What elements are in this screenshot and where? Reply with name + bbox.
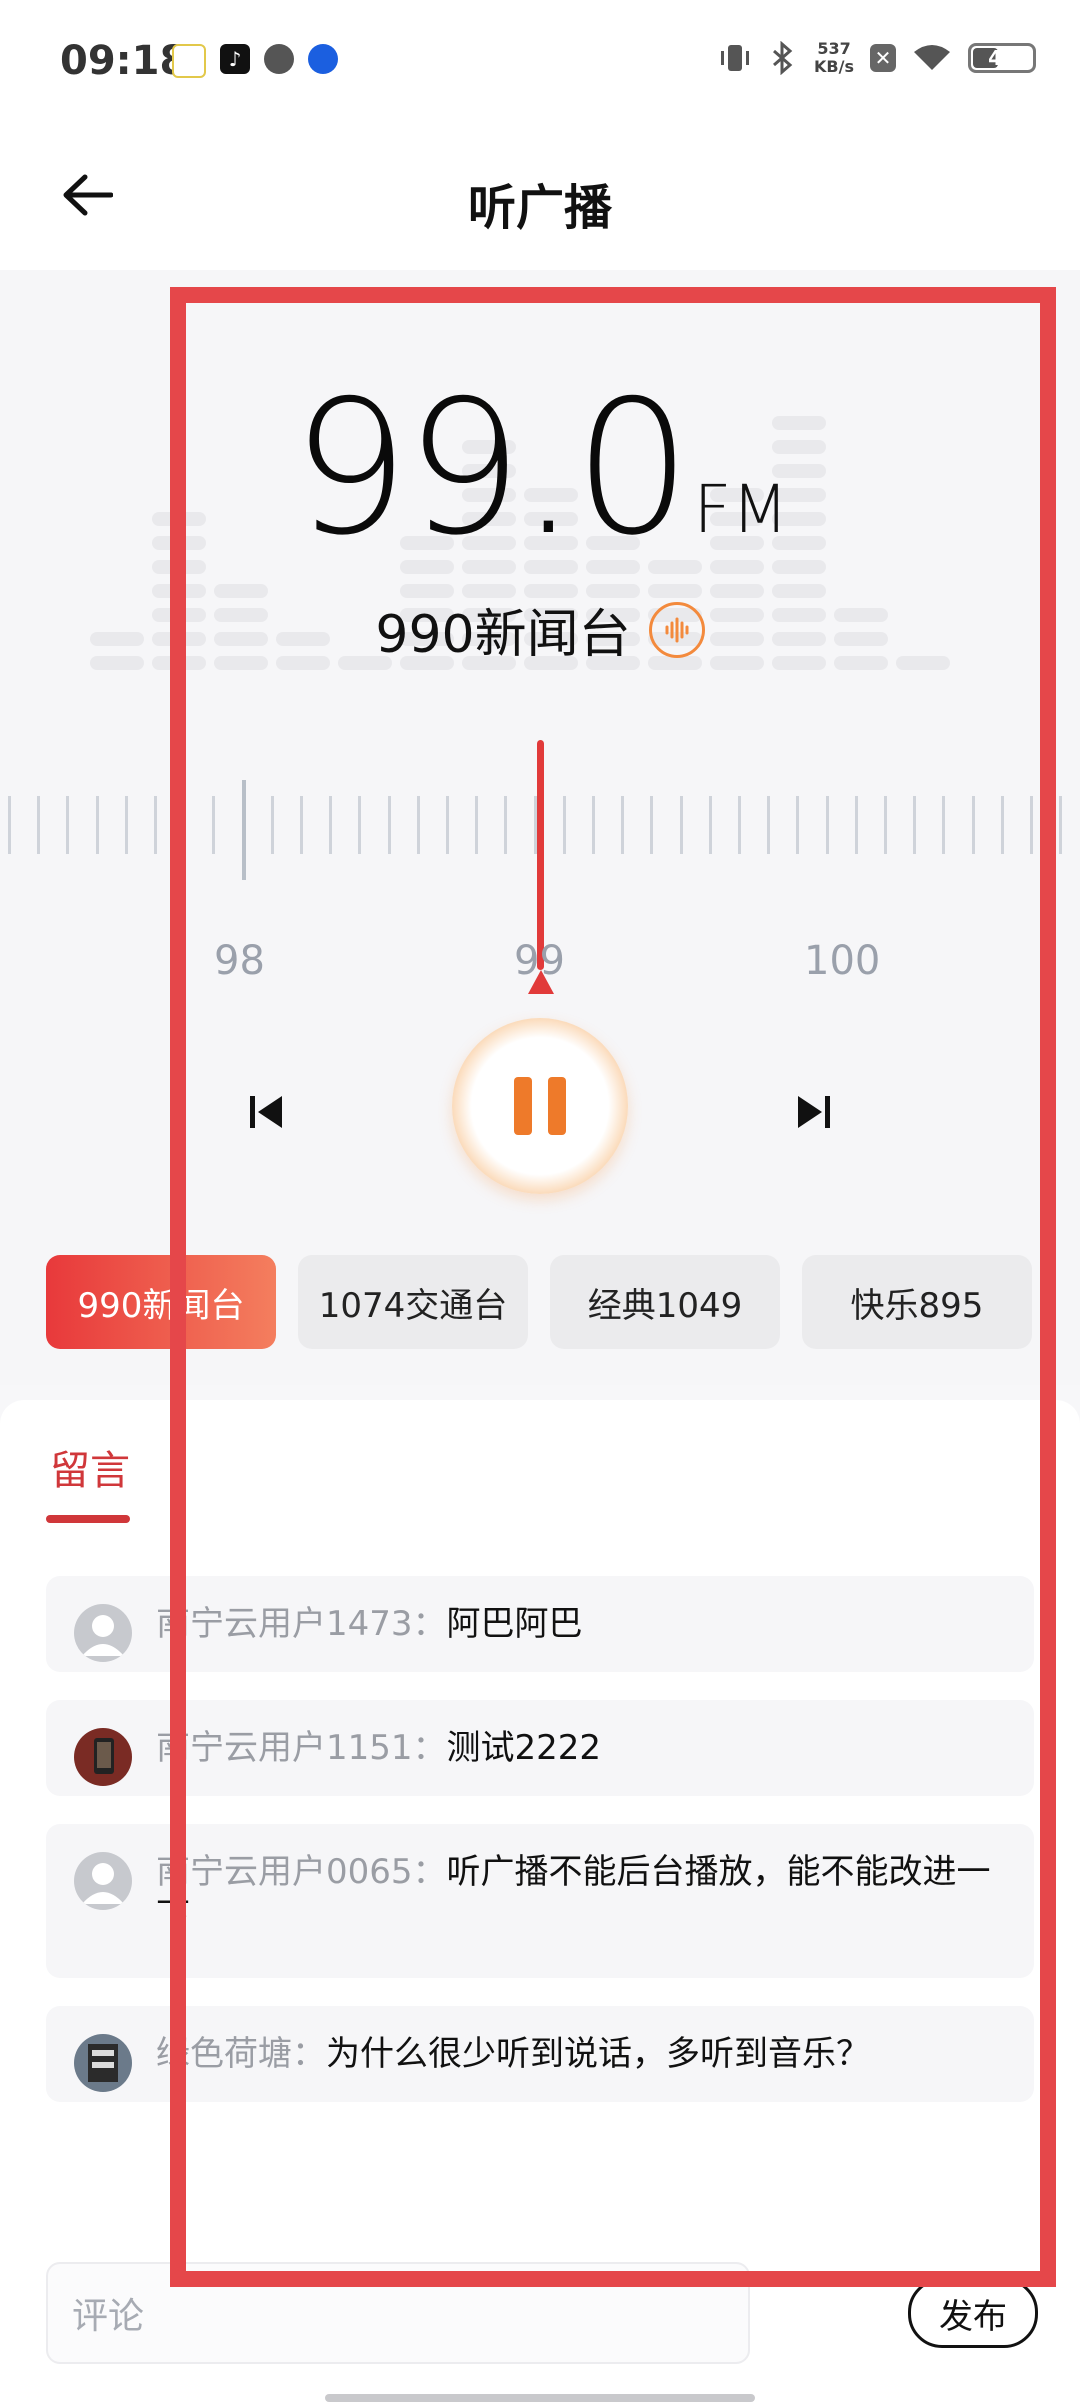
- tiktok-icon: ♪: [220, 44, 250, 74]
- avatar: [74, 2034, 132, 2092]
- status-time: 09:18: [60, 38, 188, 84]
- scale-tick: [562, 796, 566, 854]
- tab-comments[interactable]: 留言: [50, 1438, 130, 1496]
- publish-button[interactable]: 发布: [908, 2278, 1038, 2348]
- comments-panel: 留言 南宁云用户1473：阿巴阿巴 南宁云用户1151：测试2222 南宁云用户…: [0, 1400, 1080, 2408]
- scale-tick: [300, 796, 303, 854]
- tuning-needle: [537, 740, 544, 970]
- radio-player: 99.0FM 990新闻台 98 99 100 990新闻台 1074交通台 经…: [0, 270, 1080, 1385]
- scale-tick: [124, 796, 128, 854]
- station-tabs: 990新闻台 1074交通台 经典1049 快乐895: [46, 1255, 1032, 1349]
- scale-tick: [796, 796, 800, 854]
- scale-tick: [971, 796, 975, 854]
- app-header: 听广播: [0, 120, 1080, 270]
- scale-tick: [767, 796, 771, 854]
- comment-user: 南宁云用户1473：: [156, 1604, 447, 1644]
- sim-off-icon: ✕: [870, 44, 896, 72]
- scale-label-99: 99: [514, 938, 565, 984]
- avatar: [74, 1604, 132, 1662]
- pause-icon: [514, 1077, 532, 1135]
- scale-tick: [942, 796, 946, 854]
- scale-tick: [825, 796, 829, 854]
- browser-icon: [308, 44, 338, 74]
- pause-button[interactable]: [452, 1018, 628, 1194]
- comment-text: 为什么很少听到说话，多听到音乐？: [326, 2034, 870, 2074]
- scale-tick: [329, 796, 333, 854]
- station-chip-895[interactable]: 快乐895: [802, 1255, 1032, 1349]
- avatar: [74, 1728, 132, 1786]
- comment-list[interactable]: 南宁云用户1473：阿巴阿巴 南宁云用户1151：测试2222 南宁云用户006…: [46, 1576, 1034, 2130]
- scale-label-98: 98: [214, 938, 265, 984]
- frequency-unit: FM: [693, 471, 789, 548]
- scale-tick: [1000, 796, 1004, 854]
- station-chip-1074[interactable]: 1074交通台: [298, 1255, 528, 1349]
- scale-tick: [183, 796, 187, 854]
- scale-tick: [854, 796, 858, 854]
- battery-icon: 41: [968, 43, 1036, 73]
- comment-input[interactable]: 评论: [46, 2262, 750, 2364]
- scale-tick: [738, 796, 741, 854]
- scale-tick: [708, 796, 712, 854]
- scale-tick: [679, 796, 683, 854]
- scale-tick: [387, 796, 391, 854]
- comment-user: 南宁云用户0065：: [156, 1852, 447, 1892]
- scale-tick: [8, 796, 11, 854]
- tab-indicator: [46, 1515, 130, 1523]
- station-chip-1049[interactable]: 经典1049: [550, 1255, 780, 1349]
- scale-tick: [154, 796, 157, 854]
- system-icons: 537 KB/s ✕ 41: [718, 40, 1036, 76]
- frequency-display: 99.0FM: [0, 360, 1080, 576]
- station-chip-990[interactable]: 990新闻台: [46, 1255, 276, 1349]
- comment-item: 南宁云用户1473：阿巴阿巴: [46, 1576, 1034, 1672]
- scale-tick: [504, 796, 508, 854]
- scale-tick: [913, 796, 917, 854]
- scale-tick: [66, 796, 70, 854]
- scale-tick: [621, 796, 625, 854]
- next-station-button[interactable]: [784, 1082, 844, 1142]
- comment-user: 绿色荷塘：: [156, 2034, 326, 2074]
- current-station: 990新闻台: [0, 592, 1080, 667]
- comment-input-placeholder: 评论: [72, 2296, 145, 2337]
- page-title: 听广播: [467, 180, 612, 236]
- comment-text: 阿巴阿巴: [446, 1604, 583, 1644]
- scale-tick: [1059, 796, 1063, 854]
- network-speed: 537 KB/s: [814, 39, 854, 76]
- skip-previous-icon: [250, 1096, 282, 1128]
- audio-wave-icon: [648, 601, 705, 658]
- scale-major-tick: [241, 780, 246, 880]
- skip-next-icon: [798, 1096, 830, 1128]
- avatar: [74, 1852, 132, 1910]
- scale-tick: [416, 796, 420, 854]
- scale-tick: [270, 796, 274, 854]
- qq-icon: [172, 44, 206, 78]
- wifi-icon: [914, 45, 950, 70]
- status-bar: 09:18 ♪ 537 KB/s ✕ 41: [0, 0, 1080, 120]
- home-indicator[interactable]: [325, 2394, 755, 2402]
- comment-item: 南宁云用户0065：听广播不能后台播放，能不能改进一下: [46, 1824, 1034, 1978]
- scale-tick: [37, 796, 41, 854]
- scale-tick: [358, 796, 362, 854]
- scale-tick: [1030, 796, 1033, 854]
- app-icon: [264, 44, 294, 74]
- scale-tick: [592, 796, 595, 854]
- comment-item: 南宁云用户1151：测试2222: [46, 1700, 1034, 1796]
- comment-text: 测试2222: [446, 1728, 602, 1768]
- scale-tick: [650, 796, 654, 854]
- bluetooth-icon: [773, 41, 793, 75]
- current-station-name: 990新闻台: [375, 605, 631, 665]
- comment-user: 南宁云用户1151：: [156, 1728, 447, 1768]
- comment-item: 绿色荷塘：为什么很少听到说话，多听到音乐？: [46, 2006, 1034, 2102]
- scale-label-100: 100: [804, 938, 881, 984]
- scale-tick: [212, 796, 216, 854]
- scale-tick: [884, 796, 887, 854]
- scale-tick: [475, 796, 479, 854]
- vibrate-icon: [721, 45, 750, 71]
- notification-icons: ♪: [172, 44, 338, 78]
- scale-tick: [95, 796, 99, 854]
- frequency-value: 99.0: [291, 360, 692, 576]
- scale-tick: [446, 796, 449, 854]
- previous-station-button[interactable]: [236, 1082, 296, 1142]
